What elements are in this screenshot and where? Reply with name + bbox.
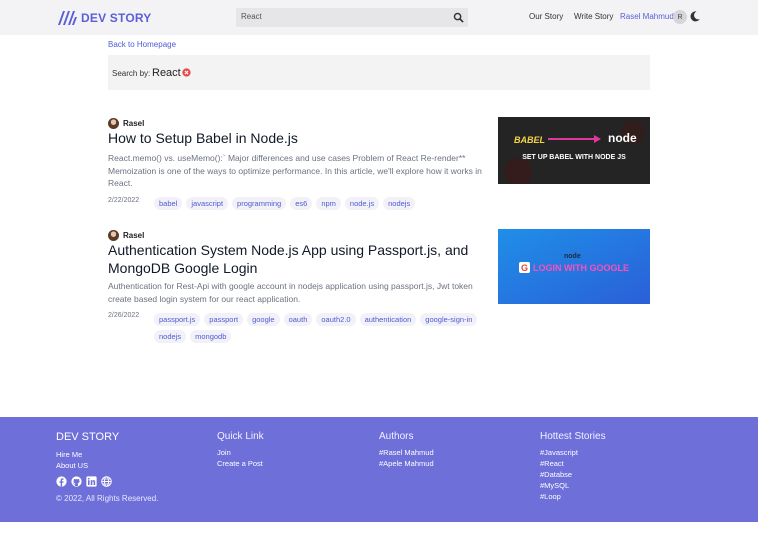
tag[interactable]: javascript [186, 197, 229, 210]
search-icon[interactable] [453, 12, 464, 23]
story-thumbnail[interactable]: BABEL node SET UP BABEL WITH NODE JS [498, 117, 650, 184]
footer-hot-tag-link[interactable]: #Databse [540, 470, 572, 479]
back-to-homepage-link[interactable]: Back to Homepage [108, 40, 176, 49]
story-date: 2/26/2022 [108, 312, 140, 319]
tag[interactable]: es6 [290, 197, 313, 210]
footer-author-link[interactable]: #Rasel Mahmud [379, 448, 434, 457]
tag[interactable]: google-sign-in [420, 313, 478, 326]
footer-hire-me-link[interactable]: Hire Me [56, 450, 82, 459]
story-excerpt: Authentication for Rest-Api with google … [108, 281, 473, 304]
story-author[interactable]: Rasel [108, 229, 144, 241]
tag[interactable]: node.js [344, 197, 380, 210]
footer-about-us-link[interactable]: About US [56, 461, 88, 470]
tag[interactable]: oauth2.0 [316, 313, 356, 326]
github-icon[interactable] [71, 476, 82, 487]
footer-hot-tag-link[interactable]: #Javascript [540, 448, 578, 457]
tag[interactable]: babel [154, 197, 183, 210]
copyright-text: © 2022, All Rights Reserved. [56, 494, 159, 503]
hottest-stories-heading: Hottest Stories [540, 431, 606, 442]
search-input-value[interactable]: React [241, 12, 262, 21]
search-input[interactable]: React [236, 8, 468, 27]
story-thumbnail[interactable]: node G LOGIN WITH GOOGLE [498, 229, 650, 304]
close-circle-icon[interactable] [182, 68, 191, 77]
thumb-node-text: node [608, 131, 637, 145]
footer-hot-tag-link[interactable]: #React [540, 459, 564, 468]
author-avatar [108, 117, 119, 129]
author-avatar [108, 229, 119, 241]
brand-name: DEV STORY [81, 11, 152, 25]
story-card: Rasel How to Setup Babel in Node.js Reac… [108, 117, 650, 217]
facebook-icon[interactable] [56, 476, 67, 487]
story-card: Rasel Authentication System Node.js App … [108, 229, 650, 344]
footer-join-link[interactable]: Join [217, 448, 231, 457]
thumb-caption: SET UP BABEL WITH NODE JS [522, 154, 626, 161]
tag[interactable]: nodejs [383, 197, 416, 210]
footer-brand[interactable]: DEV STORY [56, 431, 119, 443]
authors-heading: Authors [379, 431, 414, 442]
avatar[interactable]: R [673, 10, 687, 24]
tag[interactable]: oauth [283, 313, 313, 326]
moon-icon[interactable] [690, 11, 700, 22]
footer-author-link[interactable]: #Apele Mahmud [379, 459, 434, 468]
story-title[interactable]: Authentication System Node.js App using … [108, 241, 478, 277]
linkedin-icon[interactable] [86, 476, 97, 487]
footer-hot-tag-link[interactable]: #Loop [540, 492, 561, 501]
search-by-panel: Search by: React [108, 55, 650, 90]
nav-our-story[interactable]: Our Story [529, 12, 563, 21]
globe-icon[interactable] [101, 476, 112, 487]
story-tags: babel javascript programming es6 npm nod… [154, 197, 484, 210]
tag[interactable]: nodejs [154, 330, 187, 343]
brand-logo[interactable]: DEV STORY [58, 9, 151, 27]
author-name: Rasel [123, 230, 145, 240]
search-by-label: Search by: [112, 69, 151, 78]
tag[interactable]: npm [316, 197, 341, 210]
tag[interactable]: mongodb [190, 330, 232, 343]
tag[interactable]: authentication [359, 313, 417, 326]
search-by-term: React [152, 67, 181, 79]
author-name: Rasel [123, 118, 145, 128]
top-navbar: DEV STORY React Our Story Write Story Ra… [0, 0, 758, 35]
footer-hot-tag-link[interactable]: #MySQL [540, 481, 569, 490]
story-author[interactable]: Rasel [108, 117, 144, 129]
story-tags: passport.js passport google oauth oauth2… [154, 313, 484, 343]
stripes-logo-icon [58, 11, 77, 25]
social-links [56, 476, 112, 487]
story-excerpt: React.memo() vs. useMemo():` Major diffe… [108, 153, 482, 188]
quick-link-heading: Quick Link [217, 431, 264, 442]
thumb-caption: LOGIN WITH GOOGLE [533, 263, 629, 273]
story-date: 2/22/2022 [108, 197, 140, 204]
thumb-node-text: node [564, 253, 581, 260]
footer: DEV STORY Hire Me About US © 2022, All R… [0, 417, 758, 522]
nav-write-story[interactable]: Write Story [574, 12, 613, 21]
svg-text:G: G [521, 263, 528, 273]
footer-create-post-link[interactable]: Create a Post [217, 459, 263, 468]
tag[interactable]: google [247, 313, 280, 326]
tag[interactable]: passport [204, 313, 244, 326]
story-title[interactable]: How to Setup Babel in Node.js [108, 129, 478, 147]
tag[interactable]: passport.js [154, 313, 201, 326]
nav-user-name[interactable]: Rasel Mahmud [620, 12, 674, 21]
thumb-babel-text: BABEL [514, 135, 545, 145]
tag[interactable]: programming [232, 197, 287, 210]
